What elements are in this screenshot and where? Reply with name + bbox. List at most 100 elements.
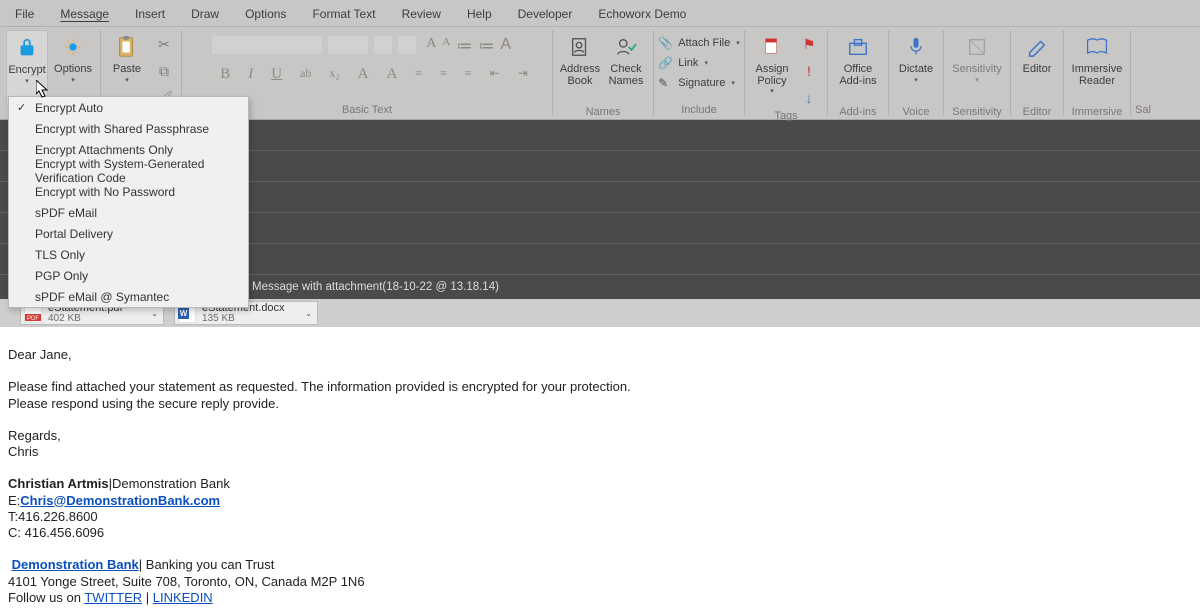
chevron-down-icon[interactable]: ⌄ — [305, 309, 312, 318]
priority-high-icon[interactable]: ! — [797, 59, 821, 83]
dictate-button[interactable]: Dictate ▾ — [895, 30, 937, 106]
dictate-label: Dictate — [899, 64, 933, 76]
office-addins-button[interactable]: Office Add-ins — [837, 30, 879, 106]
sig-address: 4101 Yonge Street, Suite 708, Toronto, O… — [8, 574, 1200, 590]
attachment-pdf-size: 402 KB — [48, 314, 123, 324]
dd-pgp-only[interactable]: PGP Only — [9, 265, 248, 286]
office-addins-label: Office Add-ins — [839, 64, 876, 87]
sensitivity-button[interactable]: Sensitivity ▾ — [953, 30, 1001, 106]
sig-cell: C: 416.456.6096 — [8, 525, 1200, 541]
link-icon: 🔗 — [658, 56, 672, 70]
sender-name: Chris — [8, 444, 1200, 460]
body-p1: Please find attached your statement as r… — [8, 379, 1200, 395]
signature-button[interactable]: ✎Signature▾ — [658, 74, 735, 92]
tab-echoworx-demo[interactable]: Echoworx Demo — [595, 3, 689, 26]
sig-twitter-link[interactable]: TWITTER — [84, 590, 142, 605]
gear-icon — [58, 32, 88, 62]
dd-portal-delivery[interactable]: Portal Delivery — [9, 223, 248, 244]
address-book-label: Address Book — [560, 64, 600, 87]
editor-button[interactable]: Editor — [1016, 30, 1058, 106]
regards: Regards, — [8, 428, 1200, 444]
chevron-down-icon: ▾ — [770, 88, 774, 95]
tab-message[interactable]: Message — [57, 3, 112, 26]
chevron-down-icon: ▾ — [125, 77, 129, 84]
link-button[interactable]: 🔗Link▾ — [658, 54, 708, 72]
signature-icon: ✎ — [658, 76, 672, 90]
mail-body[interactable]: Dear Jane, Please find attached your sta… — [0, 327, 1200, 606]
svg-text:W: W — [180, 309, 188, 318]
sig-tel: T:416.226.8600 — [8, 509, 1200, 525]
microphone-icon — [901, 32, 931, 62]
dd-encrypt-auto[interactable]: Encrypt Auto — [9, 97, 248, 118]
address-book-icon — [565, 32, 595, 62]
tab-insert[interactable]: Insert — [132, 3, 168, 26]
addins-icon — [843, 32, 873, 62]
clipboard-icon — [112, 32, 142, 62]
group-names: Names — [586, 106, 621, 119]
dd-tls-only[interactable]: TLS Only — [9, 244, 248, 265]
body-p2: Please respond using the secure reply pr… — [8, 396, 1200, 412]
group-voice: Voice — [903, 106, 930, 119]
sig-email-link[interactable]: Chris@DemonstrationBank.com — [20, 493, 220, 508]
paste-button[interactable]: Paste ▾ — [106, 30, 148, 106]
font-controls[interactable]: A A ≔≔ A — [212, 36, 511, 56]
dd-shared-passphrase[interactable]: Encrypt with Shared Passphrase — [9, 118, 248, 139]
priority-low-icon[interactable]: ↓ — [797, 86, 821, 110]
editor-icon — [1022, 32, 1052, 62]
check-names-label: Check Names — [609, 64, 644, 87]
group-include: Include — [681, 104, 716, 117]
dd-system-generated[interactable]: Encrypt with System-Generated Verificati… — [9, 160, 248, 181]
cut-icon[interactable]: ✂ — [152, 32, 176, 56]
group-immersive: Immersive — [1072, 106, 1123, 119]
sig-linkedin-link[interactable]: LINKEDIN — [153, 590, 213, 605]
tab-strip: File Message Insert Draw Options Format … — [0, 0, 1200, 26]
encrypt-button[interactable]: Encrypt ▾ — [6, 30, 48, 106]
tab-draw[interactable]: Draw — [188, 3, 222, 26]
tab-format-text[interactable]: Format Text — [309, 3, 378, 26]
tab-options[interactable]: Options — [242, 3, 289, 26]
dd-spdf-email[interactable]: sPDF eMail — [9, 202, 248, 223]
group-addins: Add-ins — [839, 106, 876, 119]
encrypt-label: Encrypt — [8, 65, 45, 77]
sig-slogan: Banking you can Trust — [142, 557, 274, 572]
assign-policy-label: Assign Policy — [755, 64, 788, 87]
assign-policy-button[interactable]: Assign Policy ▾ — [751, 30, 793, 106]
attach-file-button[interactable]: 📎Attach File▾ — [658, 34, 739, 52]
chevron-down-icon: ▾ — [914, 77, 918, 84]
editor-label: Editor — [1023, 64, 1052, 76]
chevron-down-icon: ▾ — [975, 77, 979, 84]
immersive-reader-button[interactable]: Immersive Reader — [1073, 30, 1121, 106]
chevron-down-icon: ▾ — [71, 77, 75, 84]
sig-company: Demonstration Bank — [112, 476, 230, 491]
policy-icon — [757, 32, 787, 62]
chevron-down-icon[interactable]: ⌄ — [151, 309, 158, 318]
options-label: Options — [54, 64, 92, 76]
attachment-docx-size: 135 KB — [202, 314, 285, 324]
group-tags: Tags — [774, 110, 797, 123]
format-buttons[interactable]: BI U abx₂ AA ≡≡≡ ⇤⇥ — [212, 66, 528, 83]
dd-spdf-symantec[interactable]: sPDF eMail @ Symantec — [9, 286, 248, 307]
group-basic-text: Basic Text — [342, 104, 392, 117]
svg-text:PDF: PDF — [27, 316, 39, 322]
copy-icon[interactable]: ⧉ — [152, 59, 176, 83]
flag-icon[interactable]: ⚑ — [797, 32, 821, 56]
book-icon — [1082, 32, 1112, 62]
address-book-button[interactable]: Address Book — [559, 30, 601, 106]
paperclip-icon: 📎 — [658, 36, 672, 50]
group-editor: Editor — [1023, 106, 1052, 119]
chevron-down-icon: ▾ — [25, 78, 29, 85]
tab-file[interactable]: File — [12, 3, 37, 26]
greeting: Dear Jane, — [8, 347, 1200, 363]
lock-icon — [12, 33, 42, 63]
group-sal: Sal — [1135, 104, 1151, 117]
sensitivity-label: Sensitivity — [952, 64, 1002, 76]
immersive-reader-label: Immersive Reader — [1072, 64, 1123, 87]
check-names-button[interactable]: Check Names — [605, 30, 647, 106]
tab-help[interactable]: Help — [464, 3, 495, 26]
sig-company-link[interactable]: Demonstration Bank — [12, 557, 139, 572]
encrypt-dropdown: Encrypt Auto Encrypt with Shared Passphr… — [8, 96, 249, 308]
tab-review[interactable]: Review — [399, 3, 444, 26]
options-button[interactable]: Options ▾ — [52, 30, 94, 106]
dd-no-password[interactable]: Encrypt with No Password — [9, 181, 248, 202]
tab-developer[interactable]: Developer — [515, 3, 576, 26]
